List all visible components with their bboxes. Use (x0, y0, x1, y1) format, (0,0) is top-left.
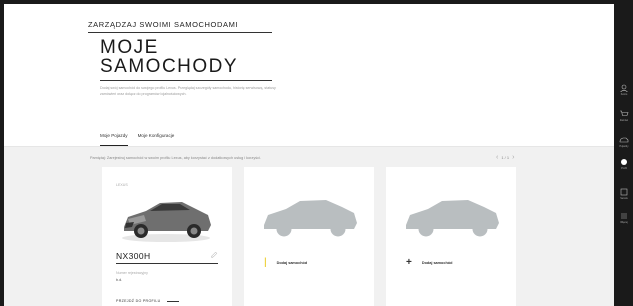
menu-icon (621, 213, 627, 219)
add-vehicle-card[interactable]: + Dodaj samochód (386, 167, 516, 306)
go-to-profile-label: PRZEJDŹ DO PROFILU (116, 299, 161, 303)
rail-item-service[interactable]: Serwis (617, 188, 631, 204)
divider (100, 80, 272, 81)
car-silhouette-icon (406, 200, 499, 237)
vehicle-card: LEXUS NX300H Numer rejestracyjny b.d. PR… (102, 167, 232, 306)
add-vehicle-card[interactable]: | Dodaj samochód (244, 167, 374, 306)
add-car-label: Dodaj samochód (276, 261, 308, 265)
page-description: Dodaj swój samochód do swojego profilu L… (100, 86, 276, 96)
rail-label: Profil (621, 167, 627, 170)
pencil-icon[interactable] (210, 251, 218, 259)
registration-value: b.d. (116, 278, 123, 282)
page-title-line2: SAMOCHODY (100, 56, 239, 77)
page-supertitle: ZARZĄDZAJ SWOIMI SAMOCHODAMI (88, 20, 239, 29)
rail-label: Więcej (620, 221, 628, 224)
user-icon (620, 84, 628, 92)
info-text: Pamiętaj: Zarejestruj samochód w swoim p… (90, 156, 261, 160)
registration-label: Numer rejestracyjny (116, 271, 148, 275)
divider (88, 32, 272, 33)
go-to-profile-button[interactable]: PRZEJDŹ DO PROFILU (116, 299, 179, 303)
add-car-button[interactable]: | Dodaj samochód (264, 257, 308, 268)
profile-active-icon (621, 159, 627, 165)
rail-label: Zamów (619, 119, 629, 122)
arrow-line-icon (166, 300, 179, 302)
right-nav-rail: Konto Zamów Pojazdy Profil Serwis Więcej (614, 0, 633, 306)
cart-icon (620, 110, 629, 116)
vehicle-model: NX300H (116, 251, 151, 261)
tab-my-configurations[interactable]: Moje Konfiguracje (138, 132, 175, 146)
rail-label: Konto (620, 93, 628, 96)
tab-my-vehicles[interactable]: Moje Pojazdy (100, 132, 128, 146)
rail-item-vehicles[interactable]: Pojazdy (617, 136, 631, 152)
divider (116, 263, 218, 264)
car-silhouette-icon (264, 200, 357, 237)
rail-item-account[interactable]: Konto (617, 84, 631, 100)
add-car-button[interactable]: + Dodaj samochód (406, 257, 453, 268)
tab-bar: Moje Pojazdy Moje Konfiguracje (100, 132, 174, 146)
rail-item-more[interactable]: Więcej (617, 212, 631, 228)
chevron-right-icon[interactable]: › (512, 154, 514, 161)
car-icon (619, 137, 629, 143)
plus-icon: | (264, 257, 267, 268)
main-content: ZARZĄDZAJ SWOIMI SAMOCHODAMI MOJE SAMOCH… (4, 4, 614, 306)
rail-label: Pojazdy (619, 145, 629, 148)
plus-icon: + (406, 257, 412, 268)
rail-item-order[interactable]: Zamów (617, 110, 631, 126)
pager-text: 1 / 1 (501, 155, 510, 160)
wrench-icon (620, 188, 628, 196)
pager: ‹ 1 / 1 › (496, 154, 514, 161)
page-header: ZARZĄDZAJ SWOIMI SAMOCHODAMI MOJE SAMOCH… (4, 4, 614, 146)
add-car-label: Dodaj samochód (421, 261, 453, 265)
rail-label: Serwis (620, 197, 628, 200)
car-image (122, 202, 211, 242)
vehicles-panel: Pamiętaj: Zarejestruj samochód w swoim p… (4, 146, 614, 306)
chevron-left-icon[interactable]: ‹ (496, 154, 498, 161)
vehicle-brand-label: LEXUS (116, 183, 128, 187)
rail-item-profile[interactable]: Profil (617, 158, 631, 174)
page-title-line1: MOJE (100, 37, 159, 58)
page-title: MOJE SAMOCHODY (100, 38, 280, 76)
